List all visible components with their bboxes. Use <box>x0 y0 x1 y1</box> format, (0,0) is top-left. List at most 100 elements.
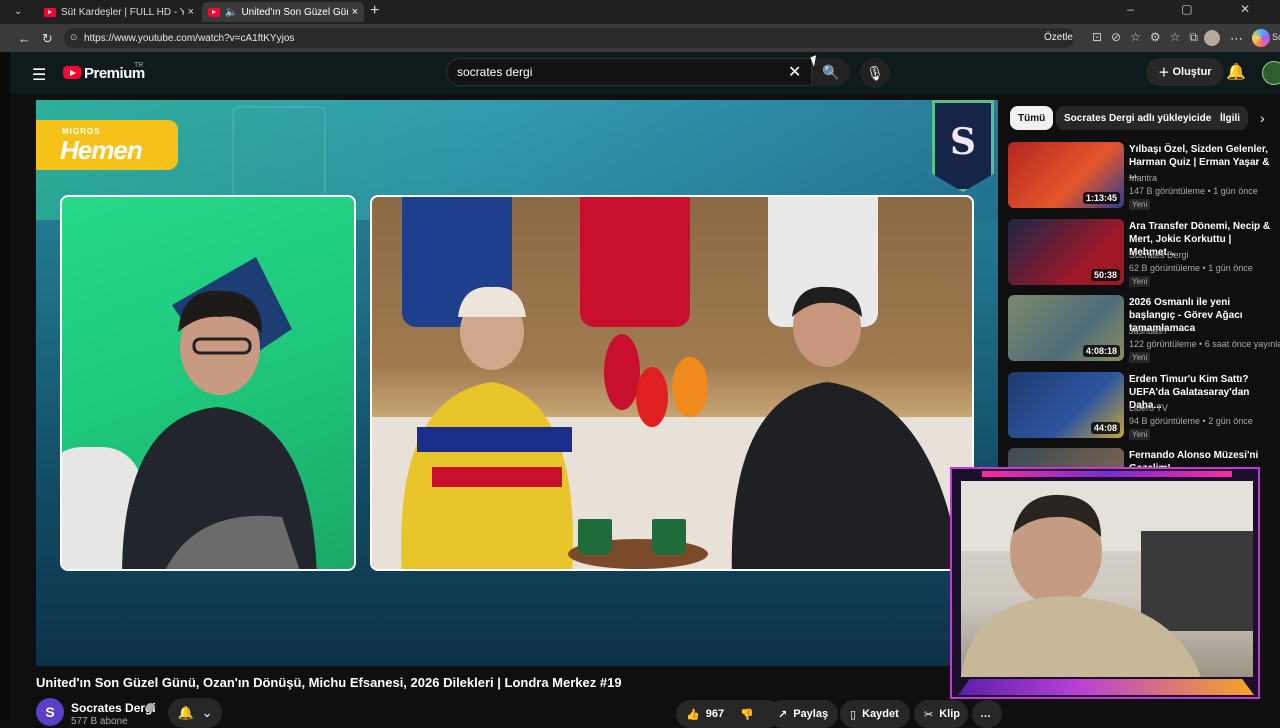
verified-icon <box>146 703 155 712</box>
webcam-feed <box>961 481 1253 677</box>
sponsor-logo: MIGROS Hemen <box>36 120 178 170</box>
copilot-icon[interactable] <box>1252 29 1270 47</box>
chevron-right-icon[interactable]: › <box>1260 110 1265 126</box>
recommendation-channel[interactable]: Jashua97 <box>1129 326 1168 336</box>
more-icon: … <box>980 708 991 720</box>
badge-letter: S <box>950 121 976 163</box>
new-badge: Yeni <box>1129 429 1151 440</box>
recommendation-item[interactable]: 44:08 Erden Timur'u Kim Sattı? UEFA'da G… <box>1008 372 1280 442</box>
clip-label: Klip <box>939 708 960 720</box>
recommendation-channel[interactable]: Mantra <box>1129 173 1157 183</box>
notifications-bell-icon[interactable]: 🔔 <box>1226 62 1246 82</box>
like-dislike-button[interactable]: 👍 967 👎 <box>676 700 780 728</box>
new-badge: Yeni <box>1129 199 1151 210</box>
thumbs-up-icon[interactable]: 👍 <box>686 708 700 721</box>
overlay-top-bar <box>982 471 1232 477</box>
new-tab-button[interactable]: + <box>370 2 379 20</box>
recommendation-item[interactable]: 4:08:18 2026 Osmanlı ile yeni başlangıç … <box>1008 295 1280 365</box>
chip-all[interactable]: Tümü <box>1010 106 1054 130</box>
scissors-icon: ✂ <box>924 708 934 721</box>
like-count: 967 <box>705 708 725 720</box>
close-tab-icon[interactable]: × <box>188 6 194 18</box>
summarize-button[interactable]: Özetle <box>1044 32 1073 43</box>
chip-related[interactable]: İlgili <box>1212 106 1248 130</box>
bell-icon: 🔔 <box>177 705 194 720</box>
youtube-masthead: ☰ Premium TR socrates dergi ✕ 🔍 🎙 ＋ Oluş… <box>10 52 1280 94</box>
create-label: Oluştur <box>1172 66 1212 78</box>
channel-s-badge: S <box>932 100 994 192</box>
tab-title: United'ın Son Güzel Günü, Oza... <box>241 6 347 18</box>
recommendation-item[interactable]: 1:13:45 Yılbaşı Özel, Sizden Gelenler, H… <box>1008 142 1280 212</box>
share-label: Paylaş <box>793 708 829 720</box>
site-info-icon[interactable]: ⊙ <box>70 32 78 43</box>
menu-icon[interactable]: ☰ <box>32 65 46 85</box>
chip-from-uploader[interactable]: Socrates Dergi adlı yükleyiciden <box>1056 106 1226 130</box>
share-icon: ↗ <box>778 708 788 721</box>
clear-search-icon[interactable]: ✕ <box>788 62 801 82</box>
speaker-icon[interactable]: 🔈 <box>225 7 237 18</box>
clock-tower-graphic <box>232 106 326 198</box>
browser-tab-1[interactable]: Süt Kardeşler | FULL HD - YouTube × <box>38 2 200 22</box>
browser-menu-icon[interactable]: ⋯ <box>1230 31 1243 47</box>
account-avatar[interactable] <box>1262 61 1280 85</box>
youtube-favicon-icon <box>208 7 220 17</box>
chevron-down-icon: ⌄ <box>201 705 213 720</box>
channel-avatar[interactable]: S <box>36 698 64 726</box>
more-vert-icon[interactable]: ⋮ <box>1276 374 1280 388</box>
youtube-favicon-icon <box>44 7 56 17</box>
more-vert-icon[interactable]: ⋮ <box>1276 221 1280 235</box>
new-badge: Yeni <box>1129 276 1151 287</box>
create-button[interactable]: ＋ Oluştur <box>1146 58 1224 86</box>
recommendation-meta: 94 B görüntüleme • 2 gün önce <box>1129 416 1253 426</box>
address-bar-row: ← ↻ ⊙ https://www.youtube.com/watch?v=cA… <box>0 24 1280 52</box>
thumbs-down-icon[interactable]: 👎 <box>740 708 754 721</box>
new-badge: Yeni <box>1129 352 1151 363</box>
voice-search-button[interactable]: 🎙 <box>860 58 890 88</box>
bookmark-icon: ▯ <box>850 708 857 721</box>
video-thumbnail[interactable]: 44:08 <box>1008 372 1124 438</box>
url-field[interactable]: ⊙ https://www.youtube.com/watch?v=cA1ftK… <box>64 28 1074 48</box>
recommendation-channel[interactable]: Socrates Dergi <box>1129 250 1189 260</box>
video-title: United'ın Son Güzel Günü, Ozan'ın Dönüşü… <box>36 675 622 690</box>
video-thumbnail[interactable]: 50:38 <box>1008 219 1124 285</box>
recommendation-item[interactable]: 50:38 Ara Transfer Dönemi, Necip & Mert,… <box>1008 219 1280 289</box>
url-text: https://www.youtube.com/watch?v=cA1ftKYy… <box>84 32 295 44</box>
duration: 44:08 <box>1090 422 1120 434</box>
tab-list-chevron-icon[interactable]: ⌄ <box>14 6 22 17</box>
overlay-bottom-bar <box>958 679 1254 695</box>
video-player[interactable]: MIGROS Hemen S <box>36 100 998 666</box>
video-thumbnail[interactable]: 4:08:18 <box>1008 295 1124 361</box>
back-arrow-icon[interactable]: ← <box>18 31 31 46</box>
duration: 4:08:18 <box>1082 345 1120 357</box>
recommendation-meta: 147 B görüntüleme • 1 gün önce <box>1129 186 1258 196</box>
close-tab-icon[interactable]: × <box>352 6 358 18</box>
window-controls[interactable]: – ▢ ✕ <box>1127 2 1272 16</box>
channel-name[interactable]: Socrates Dergi <box>71 701 156 715</box>
search-query: socrates dergi <box>457 65 533 79</box>
share-button[interactable]: ↗ Paylaş <box>768 700 838 728</box>
youtube-logo-icon[interactable] <box>63 66 81 79</box>
window-left-edge <box>0 52 10 720</box>
subscriber-count: 577 B abone <box>71 716 128 727</box>
more-actions-button[interactable]: … <box>972 700 1002 728</box>
browser-tab-2-active[interactable]: 🔈 United'ın Son Güzel Günü, Oza... × <box>202 2 364 22</box>
video-thumbnail[interactable]: 1:13:45 <box>1008 142 1124 208</box>
save-button[interactable]: ▯ Kaydet <box>840 700 910 728</box>
video-panel-right <box>370 195 974 571</box>
tab-title: Süt Kardeşler | FULL HD - YouTube <box>61 6 184 18</box>
browser-toolbar-icons[interactable]: ⊡⊘☆⚙☆⧉ <box>1092 30 1207 45</box>
search-input[interactable]: socrates dergi <box>446 58 812 86</box>
recommendation-meta: 62 B görüntüleme • 1 gün önce <box>1129 263 1253 273</box>
host-silhouette <box>122 290 317 569</box>
recommendation-channel[interactable]: Libero TV <box>1129 403 1168 413</box>
video-panel-left <box>60 195 356 571</box>
browser-profile-avatar[interactable] <box>1204 30 1220 46</box>
clip-button[interactable]: ✂ Klip <box>914 700 968 728</box>
reload-icon[interactable]: ↻ <box>42 31 53 47</box>
search-icon: 🔍 <box>822 63 840 80</box>
more-vert-icon[interactable]: ⋮ <box>1276 144 1280 158</box>
more-vert-icon[interactable]: ⋮ <box>1276 297 1280 311</box>
subscription-bell-button[interactable]: 🔔 ⌄ <box>168 698 222 728</box>
copilot-label: Sc <box>1272 32 1280 42</box>
recommendation-meta: 122 görüntüleme • 6 saat önce yayınlandı <box>1129 339 1280 349</box>
